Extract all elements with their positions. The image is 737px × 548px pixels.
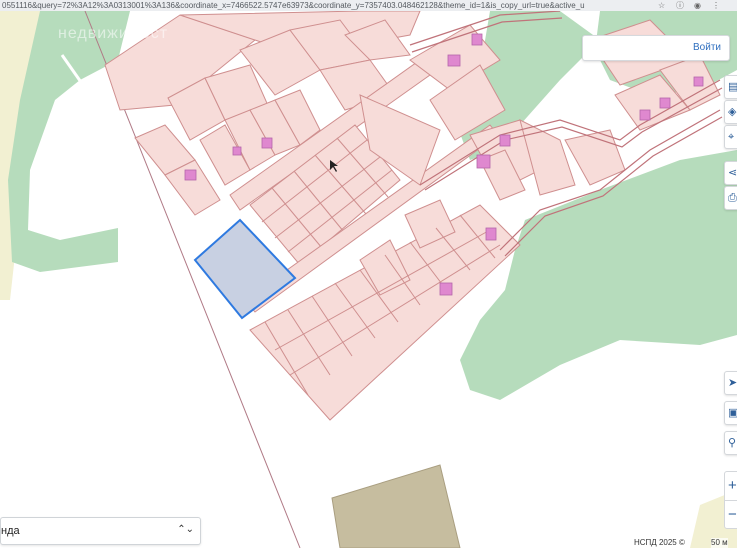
info-icon[interactable]: ⓘ	[676, 0, 684, 11]
layer-selector-label: нда	[1, 525, 20, 537]
login-button[interactable]: Войти	[693, 40, 721, 56]
star-icon[interactable]: ☆	[658, 0, 665, 11]
copyright: НСПД 2025 ©	[632, 538, 687, 548]
header-bar: Войти	[582, 35, 730, 61]
navigate-icon[interactable]: ➤	[724, 371, 737, 395]
zoom-out-button[interactable]: −	[725, 500, 737, 528]
ruler-icon[interactable]: ▤	[724, 75, 737, 99]
chevron-updown-icon[interactable]: ⌃⌄	[177, 522, 194, 538]
url-text[interactable]: 0551116&query=72%3A12%3A0313001%3A136&co…	[2, 0, 602, 11]
locate-icon[interactable]: ⌖	[724, 125, 737, 149]
print-icon[interactable]: ⎙	[724, 186, 737, 210]
layer-selector[interactable]: нда ⌃⌄	[0, 517, 201, 545]
map-canvas[interactable]	[0, 11, 737, 548]
scale-label: 50 м	[711, 538, 728, 548]
share-icon[interactable]: ⋖	[724, 161, 737, 185]
zoom-in-button[interactable]: +	[725, 472, 737, 499]
cadastral-map[interactable]: недвижимост Войти ▤ ◈ ⌖ ⋖ ⎙ ➤ ▣ ⚲ + −	[0, 11, 737, 548]
layers-icon[interactable]: ◈	[724, 100, 737, 124]
menu-icon[interactable]: ⋮	[712, 0, 720, 11]
account-icon[interactable]: ◉	[694, 0, 701, 11]
screen-icon[interactable]: ▣	[724, 401, 737, 425]
zoom-control: + −	[724, 471, 737, 529]
watermark: недвижимост	[58, 25, 169, 42]
zoom-search-icon[interactable]: ⚲	[724, 431, 737, 455]
